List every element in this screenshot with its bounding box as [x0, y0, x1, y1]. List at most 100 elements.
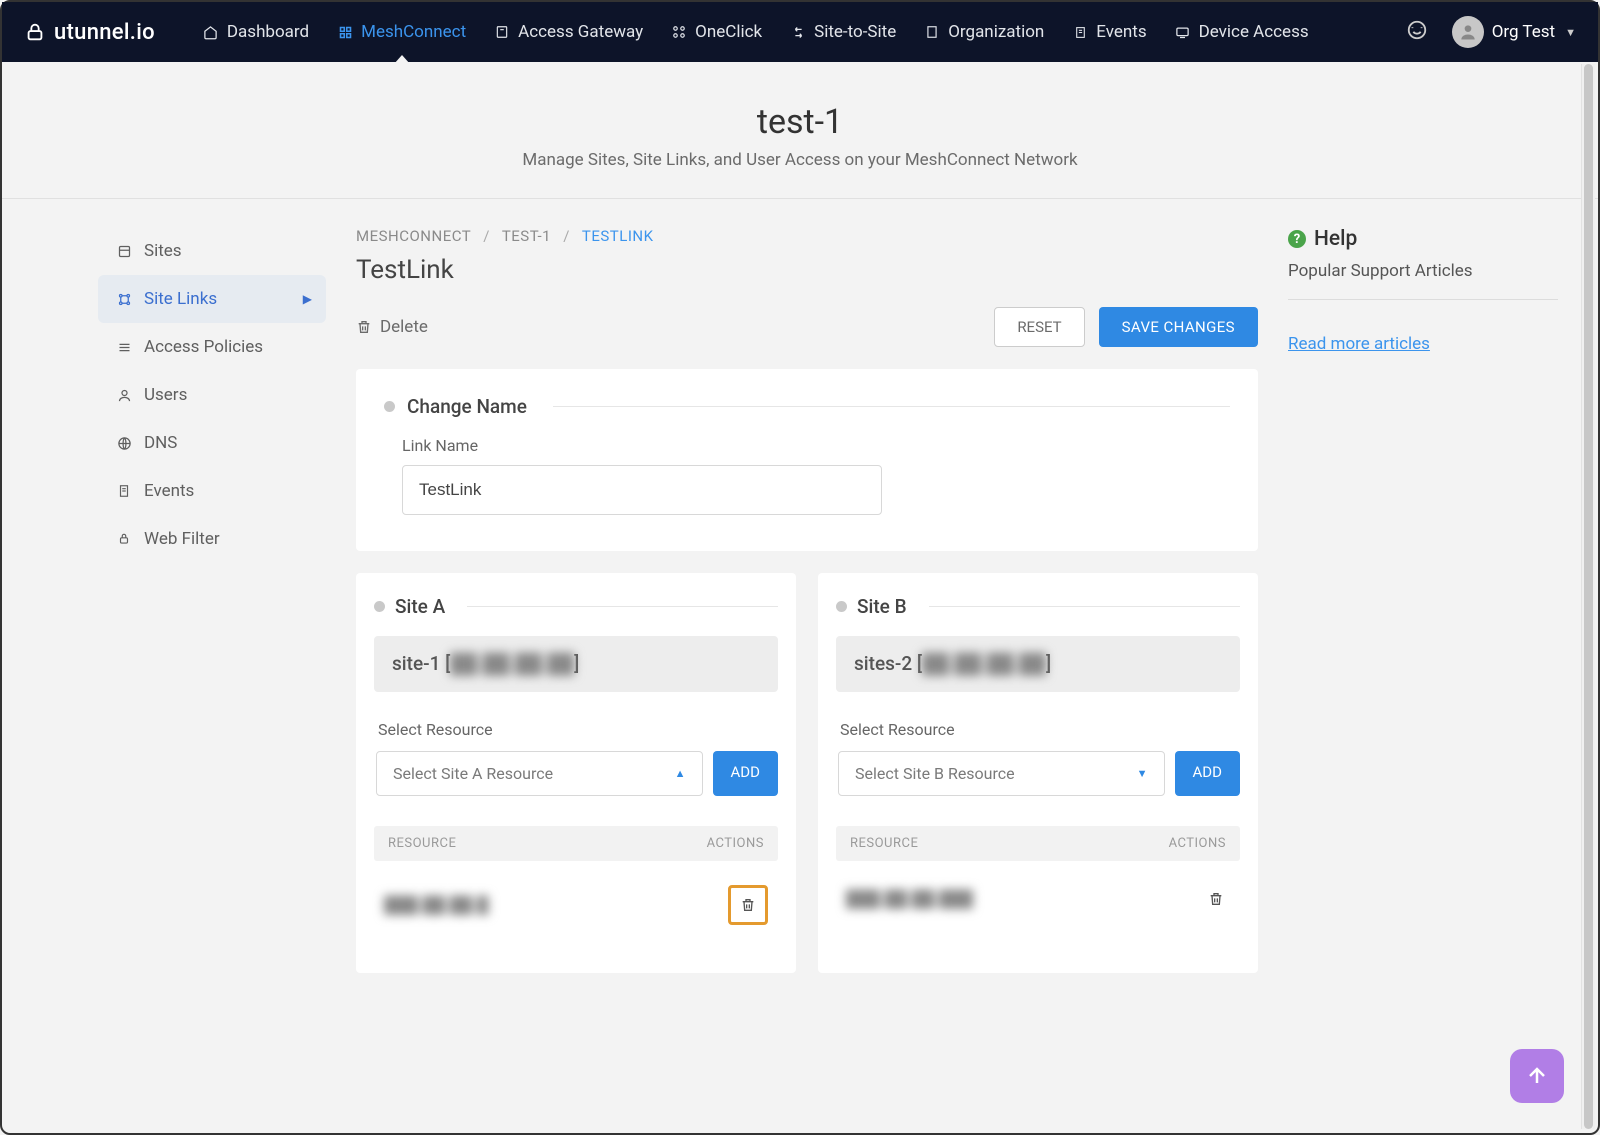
- nav-items: Dashboard MeshConnect Access Gateway One…: [203, 2, 1386, 62]
- help-more-link[interactable]: Read more articles: [1288, 334, 1430, 354]
- delete-resource-button[interactable]: [734, 891, 762, 919]
- device-icon: [1175, 24, 1191, 40]
- sidebar-item-site-links[interactable]: Site Links ▶: [98, 275, 326, 323]
- nav-label: Organization: [948, 22, 1044, 42]
- lock-icon: [24, 21, 46, 43]
- nav-organization[interactable]: Organization: [924, 2, 1044, 62]
- scrollbar[interactable]: [1581, 64, 1595, 1129]
- select-resource-label-a: Select Resource: [378, 720, 778, 739]
- user-menu[interactable]: Org Test ▼: [1452, 16, 1576, 48]
- nav-dashboard[interactable]: Dashboard: [203, 2, 309, 62]
- help-title-text: Help: [1314, 227, 1357, 251]
- table-row: ███.██.██.█: [374, 871, 778, 939]
- chevron-down-icon: ▼: [1137, 767, 1148, 780]
- filter-icon: [116, 531, 132, 547]
- dot-icon: [836, 601, 847, 612]
- scrollbar-thumb[interactable]: [1584, 64, 1593, 1129]
- site-a-resource-select[interactable]: Select Site A Resource ▲: [376, 751, 703, 796]
- select-placeholder: Select Site A Resource: [393, 764, 553, 783]
- delete-button[interactable]: Delete: [356, 317, 428, 337]
- site-a-heading: Site A: [395, 595, 445, 618]
- help-icon: ?: [1288, 230, 1306, 248]
- nav-right: Org Test ▼: [1406, 16, 1576, 48]
- sidebar-item-sites[interactable]: Sites: [98, 227, 326, 275]
- col-resource: RESOURCE: [850, 836, 918, 851]
- actions-row: Delete RESET SAVE CHANGES: [356, 307, 1258, 347]
- page-header: test-1 Manage Sites, Site Links, and Use…: [2, 62, 1598, 199]
- content-wrap: Sites Site Links ▶ Access Policies Users…: [2, 199, 1598, 1013]
- sidebar-label: Site Links: [144, 289, 217, 309]
- col-actions: ACTIONS: [1169, 836, 1226, 851]
- dns-icon: [116, 435, 132, 451]
- sidebar-item-users[interactable]: Users: [98, 371, 326, 419]
- divider: [467, 606, 778, 607]
- page-subtitle: Manage Sites, Site Links, and User Acces…: [2, 150, 1598, 170]
- nav-label: Dashboard: [227, 22, 309, 42]
- sites-icon: [116, 243, 132, 259]
- nav-label: Site-to-Site: [814, 22, 896, 42]
- site-b-resource-select[interactable]: Select Site B Resource ▼: [838, 751, 1165, 796]
- section-title: TestLink: [356, 255, 1258, 285]
- org-icon: [924, 24, 940, 40]
- site-a-add-button[interactable]: ADD: [713, 751, 778, 796]
- button-group: RESET SAVE CHANGES: [994, 307, 1258, 347]
- sidebar-label: Sites: [144, 241, 182, 261]
- help-panel: ? Help Popular Support Articles Read mor…: [1288, 227, 1558, 973]
- nav-label: Access Gateway: [518, 22, 643, 42]
- user-name: Org Test: [1492, 22, 1555, 42]
- nav-label: MeshConnect: [361, 22, 466, 42]
- delete-label: Delete: [380, 317, 428, 337]
- links-icon: [116, 291, 132, 307]
- site-a-header: Site A: [374, 595, 778, 618]
- breadcrumb-item[interactable]: TEST-1: [502, 227, 551, 245]
- resource-value: ███.██.██.███: [846, 889, 973, 909]
- save-changes-button[interactable]: SAVE CHANGES: [1099, 307, 1258, 347]
- trash-icon: [740, 897, 756, 913]
- nav-label: Events: [1096, 22, 1146, 42]
- site-b-name: sites-2 [██.██.██.██]: [836, 636, 1240, 692]
- site-b-heading: Site B: [857, 595, 907, 618]
- col-resource: RESOURCE: [388, 836, 456, 851]
- trash-icon: [1208, 891, 1224, 907]
- nav-meshconnect[interactable]: MeshConnect: [337, 2, 466, 62]
- breadcrumb-item[interactable]: MESHCONNECT: [356, 227, 471, 245]
- sidebar: Sites Site Links ▶ Access Policies Users…: [98, 227, 326, 973]
- top-nav: utunnel.io Dashboard MeshConnect Access …: [2, 2, 1598, 62]
- site-b-table-header: RESOURCE ACTIONS: [836, 826, 1240, 861]
- main-content: MESHCONNECT / TEST-1 / TESTLINK TestLink…: [326, 227, 1288, 973]
- events-icon: [1072, 24, 1088, 40]
- breadcrumb-current: TESTLINK: [582, 227, 654, 245]
- breadcrumb-sep: /: [563, 227, 570, 245]
- avatar: [1452, 16, 1484, 48]
- link-name-input[interactable]: [402, 465, 882, 515]
- chevron-down-icon: ▼: [1565, 26, 1576, 39]
- dot-icon: [384, 401, 395, 412]
- nav-events[interactable]: Events: [1072, 2, 1146, 62]
- scroll-to-top-button[interactable]: [1510, 1049, 1564, 1103]
- events-icon: [116, 483, 132, 499]
- nav-oneclick[interactable]: OneClick: [671, 2, 762, 62]
- change-name-card: Change Name Link Name: [356, 369, 1258, 551]
- card-header: Change Name: [384, 395, 1230, 418]
- brand-logo[interactable]: utunnel.io: [24, 20, 155, 45]
- site-b-header: Site B: [836, 595, 1240, 618]
- site-a-name: site-1 [██.██.██.██]: [374, 636, 778, 692]
- reset-button[interactable]: RESET: [994, 307, 1084, 347]
- select-resource-label-b: Select Resource: [840, 720, 1240, 739]
- sidebar-item-access-policies[interactable]: Access Policies: [98, 323, 326, 371]
- sidebar-label: Web Filter: [144, 529, 220, 549]
- trash-icon: [356, 319, 372, 335]
- link-name-label: Link Name: [402, 436, 1230, 455]
- nav-access-gateway[interactable]: Access Gateway: [494, 2, 643, 62]
- sidebar-item-dns[interactable]: DNS: [98, 419, 326, 467]
- delete-resource-button[interactable]: [1202, 885, 1230, 913]
- help-title: ? Help: [1288, 227, 1558, 251]
- nav-device-access[interactable]: Device Access: [1175, 2, 1309, 62]
- divider: [929, 606, 1240, 607]
- nav-site-to-site[interactable]: Site-to-Site: [790, 2, 896, 62]
- brand-text: utunnel.io: [54, 20, 155, 45]
- sidebar-item-web-filter[interactable]: Web Filter: [98, 515, 326, 563]
- site-b-add-button[interactable]: ADD: [1175, 751, 1240, 796]
- support-icon[interactable]: [1406, 19, 1428, 46]
- sidebar-item-events[interactable]: Events: [98, 467, 326, 515]
